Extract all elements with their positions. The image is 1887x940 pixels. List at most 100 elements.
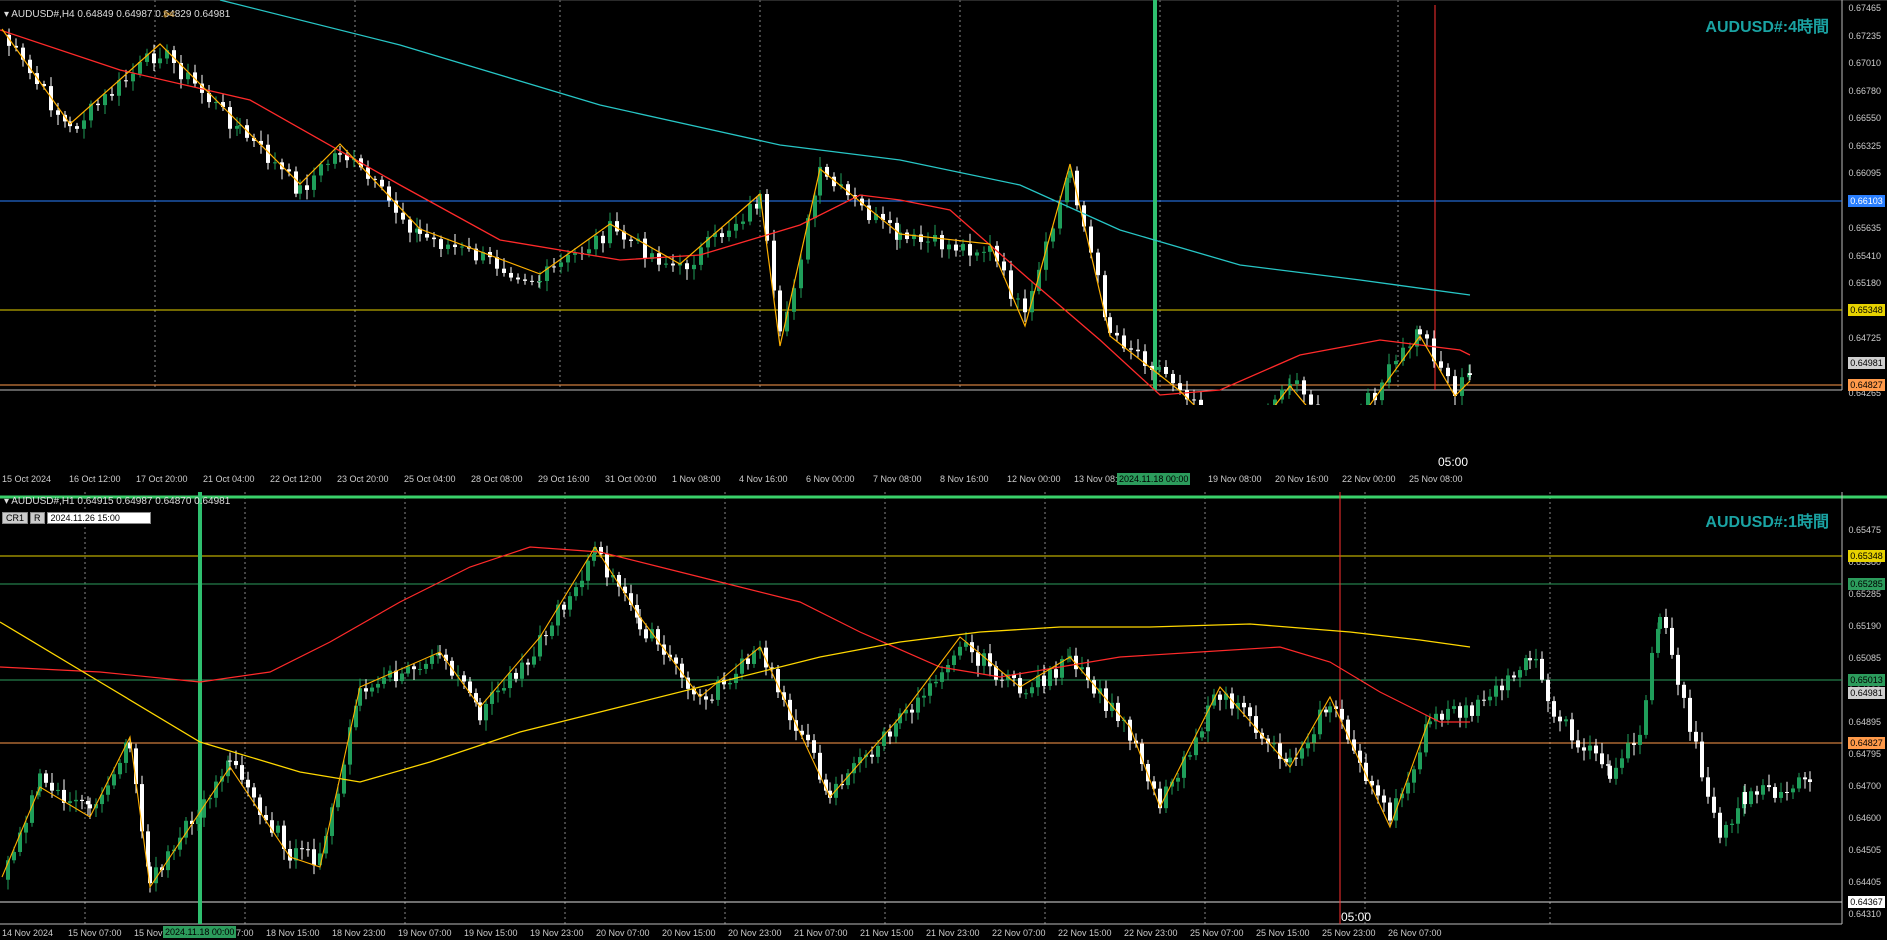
h1-candle-body: [1724, 824, 1728, 838]
h1-chart-pane[interactable]: ▾ AUDUSD#,H1 0.64915 0.64987 0.64870 0.6…: [0, 492, 1887, 940]
h4-candle-body: [552, 266, 556, 268]
h1-candle-body: [1030, 687, 1034, 694]
h1-candle-body: [1730, 823, 1734, 825]
h4-candle-body: [1460, 377, 1464, 396]
h4-candle-body: [294, 171, 298, 194]
h4-candle-body: [1115, 332, 1119, 336]
h1-candle-body: [1340, 708, 1344, 720]
h4-time-tick: 12 Nov 00:00: [1007, 474, 1061, 484]
h4-candle-body: [305, 185, 309, 190]
h4-candle-body: [326, 163, 330, 165]
h4-ma-long: [219, 0, 1471, 296]
h1-candle-body: [1306, 742, 1310, 749]
h1-candle-body: [894, 723, 898, 737]
h1-candle-body: [1564, 719, 1568, 722]
h1-candle-body: [1803, 777, 1807, 780]
h4-candle-body: [720, 233, 724, 237]
h1-candle-body: [520, 662, 524, 679]
h4-candle-body: [103, 94, 107, 106]
h1-candle-body: [593, 547, 597, 555]
h1-candle-body: [1570, 719, 1574, 741]
h1-candle-body: [1755, 791, 1759, 795]
h4-candle-body: [772, 240, 776, 291]
h1-candle-body: [252, 787, 256, 798]
h1-candle-body: [1406, 782, 1410, 794]
h4-price-tick: 0.66095: [1848, 168, 1881, 178]
h1-candle-body: [1048, 669, 1052, 686]
h1-watermark: AUDUSD#:1時間: [1705, 514, 1829, 531]
h1-candle-body: [532, 656, 536, 665]
crosshair-datetime-field[interactable]: 2024.11.26 15:00: [46, 512, 151, 524]
h1-candle-body: [728, 682, 732, 685]
h4-candle-body: [961, 244, 965, 251]
expert-advisor-icon[interactable]: ✄: [163, 6, 175, 22]
h4-candle-body: [748, 203, 752, 222]
h4-candle-body: [587, 249, 591, 254]
h1-candle-body: [1582, 747, 1586, 751]
h1-time-tick: 26 Nov 07:00: [1388, 928, 1442, 938]
h1-candle-body: [1452, 706, 1456, 709]
crosshair-r-button[interactable]: R: [30, 512, 45, 524]
h4-candle-body: [110, 94, 114, 96]
h1-time-tick: 20 Nov 23:00: [728, 928, 782, 938]
h4-chart-canvas[interactable]: [0, 0, 1887, 405]
h4-candle-body: [778, 290, 782, 332]
h1-candle-body: [1528, 658, 1532, 661]
h1-candle-body: [1418, 752, 1422, 770]
h1-candle-body: [1458, 706, 1462, 718]
h4-candle-body: [124, 80, 128, 82]
h1-candle-body: [1670, 627, 1674, 655]
h4-candle-body: [538, 280, 542, 283]
h1-candle-body: [1676, 654, 1680, 685]
h1-candle-body: [306, 849, 310, 851]
h1-candle-body: [1488, 696, 1492, 701]
h1-candle-body: [1688, 697, 1692, 732]
h1-candle-body: [1000, 679, 1004, 681]
h4-chart-pane[interactable]: ▾ AUDUSD#,H4 0.64849 0.64987 0.64829 0.6…: [0, 0, 1887, 485]
h4-candle-body: [509, 272, 513, 278]
h1-candle-body: [1606, 764, 1610, 766]
h1-candle-body: [910, 709, 914, 713]
crosshair-cr1-button[interactable]: CR1: [2, 512, 29, 524]
h1-candle-body: [1797, 777, 1801, 789]
h1-chart-canvas[interactable]: [0, 492, 1887, 940]
h1-candle-body: [1761, 785, 1765, 795]
h4-candle-body: [601, 235, 605, 244]
h1-candle-body: [1242, 702, 1246, 708]
h1-ma-short: [0, 546, 1470, 723]
h1-candle-body: [1700, 741, 1704, 778]
h4-candle-body: [685, 263, 689, 270]
h1-candle-body: [1376, 785, 1380, 796]
h1-candle-body: [958, 646, 962, 656]
h1-time-tick: 22 Nov 23:00: [1124, 928, 1178, 938]
h4-candle-body: [1366, 392, 1370, 405]
h4-candle-body: [926, 241, 930, 243]
h4-candle-body: [629, 239, 633, 241]
h1-candle-body: [916, 697, 920, 713]
h1-candle-body: [1218, 694, 1222, 700]
h1-candle-body: [1248, 707, 1252, 717]
h1-candle-body: [484, 703, 488, 721]
h1-candle-body: [508, 672, 512, 689]
h4-time-tick: 1 Nov 08:00: [672, 474, 721, 484]
h4-time-tick: 25 Nov 08:00: [1409, 474, 1463, 484]
h4-level-blue-badge: 0.66103: [1848, 195, 1885, 207]
h1-candle-body: [1749, 791, 1753, 805]
h4-time-tick: 6 Nov 00:00: [806, 474, 855, 484]
h4-candle-body: [273, 162, 277, 164]
h4-candle-body: [1157, 366, 1161, 370]
h4-green-vline-label: 2024.11.18 00:00: [1117, 473, 1191, 485]
h1-candle-body: [1412, 769, 1416, 783]
h1-candle-body: [1600, 753, 1604, 765]
h1-candle-body: [1534, 658, 1538, 661]
h4-candle-body: [446, 244, 450, 249]
h4-candle-body: [1309, 394, 1313, 405]
h1-candle-body: [400, 673, 404, 682]
h1-candle-body: [710, 699, 714, 701]
h1-zigzag: [1, 545, 1431, 889]
h4-candle-body: [1178, 383, 1182, 391]
h1-candle-body: [1785, 792, 1789, 794]
h1-time-tick: 19 Nov 23:00: [530, 928, 584, 938]
h4-candle-body: [460, 246, 464, 248]
h1-price-tick: 0.64600: [1848, 813, 1881, 823]
